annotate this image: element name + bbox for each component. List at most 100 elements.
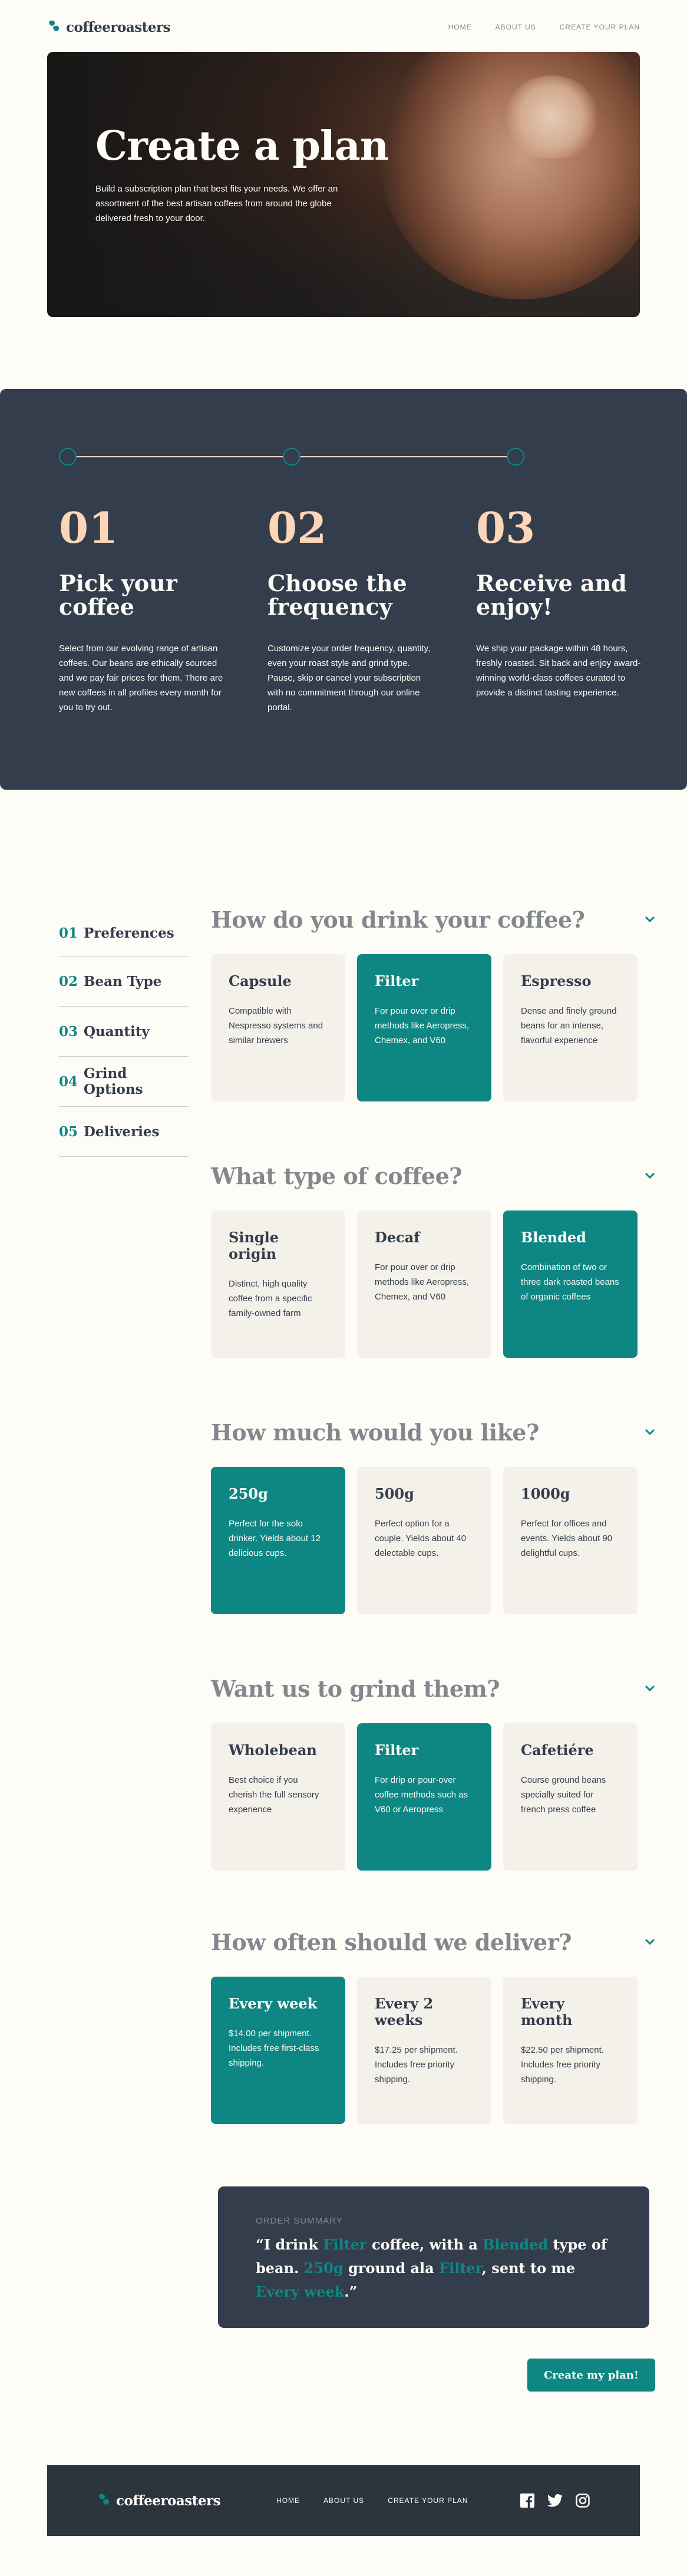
question-title: What type of coffee? (211, 1162, 463, 1189)
order-summary-text: “I drink Filter coffee, with a Blended t… (256, 2236, 607, 2300)
option-card-capsule[interactable]: Capsule Compatible with Nespresso systems… (211, 954, 345, 1101)
footer-nav-create-plan[interactable]: CREATE YOUR PLAN (388, 2496, 468, 2505)
question-preferences: How do you drink your coffee? Capsule Com… (211, 905, 659, 1101)
brand-name: coffeeroasters (116, 2492, 221, 2509)
facebook-icon[interactable] (520, 2493, 534, 2508)
main-nav: HOME ABOUT US CREATE YOUR PLAN (448, 23, 640, 31)
option-card-cafetiere[interactable]: Cafetiére Course ground beans specially s… (503, 1723, 638, 1871)
nav-home[interactable]: HOME (448, 23, 472, 31)
summary-drink: Filter (323, 2236, 367, 2253)
sidebar-item-bean-type[interactable]: 02 Bean Type (59, 956, 189, 1007)
logo[interactable]: coffeeroasters (47, 19, 171, 35)
step-number: 01 (59, 503, 118, 553)
timeline-dot (507, 448, 524, 466)
step-title: Receive and enjoy! (476, 570, 627, 620)
nav-about[interactable]: ABOUT US (496, 23, 536, 31)
option-cards: 250g Perfect for the solo drinker. Yields… (211, 1467, 659, 1614)
option-card-1000g[interactable]: 1000g Perfect for offices and events. Yie… (503, 1467, 638, 1614)
timeline-dot (59, 448, 77, 466)
hero-description: Build a subscription plan that best fits… (95, 184, 338, 223)
option-card-decaf[interactable]: Decaf For pour over or drip methods like … (357, 1211, 491, 1358)
site-header: coffeeroasters HOME ABOUT US CREATE YOUR… (47, 17, 640, 38)
option-card-filter-grind[interactable]: Filter For drip or pour-over coffee metho… (357, 1723, 491, 1871)
summary-quantity: 250g (303, 2260, 344, 2277)
option-cards: Every week $14.00 per shipment. Includes … (211, 1977, 659, 2124)
sidebar-item-grind-options[interactable]: 04 Grind Options (59, 1057, 189, 1107)
sidebar-item-label: Preferences (84, 925, 174, 941)
footer-nav-home[interactable]: HOME (276, 2496, 300, 2505)
how-it-works: 01 Pick your coffee Select from our evol… (0, 389, 687, 790)
chevron-down-icon[interactable] (641, 1423, 659, 1441)
question-title: How often should we deliver? (211, 1928, 572, 1955)
summary-grind: Filter (439, 2260, 482, 2277)
step-3: 03 Receive and enjoy! We ship your packa… (476, 507, 641, 700)
sidebar-item-label: Bean Type (84, 973, 162, 989)
sidebar-item-preferences[interactable]: 01 Preferences (59, 911, 189, 956)
summary-type: Blended (483, 2236, 549, 2253)
question-header[interactable]: How often should we deliver? (211, 1927, 659, 1957)
option-card-wholebean[interactable]: Wholebean Best choice if you cherish the … (211, 1723, 345, 1871)
step-number: 03 (476, 503, 536, 553)
plan-sidebar: 01 Preferences 02 Bean Type 03 Quantity 04 G… (59, 911, 189, 1157)
sidebar-item-quantity[interactable]: 03 Quantity (59, 1007, 189, 1057)
create-plan-button[interactable]: Create my plan! (527, 2359, 655, 2392)
option-card-single-origin[interactable]: Single origin Distinct, high quality coff… (211, 1211, 345, 1358)
social-links (520, 2493, 590, 2508)
hero-title: Create a plan (95, 123, 389, 170)
brand-name: coffeeroasters (66, 19, 171, 35)
option-card-espresso[interactable]: Espresso Dense and finely ground beans fo… (503, 954, 638, 1101)
question-bean-type: What type of coffee? Single origin Distin… (211, 1161, 659, 1358)
option-card-filter[interactable]: Filter For pour over or drip methods like… (357, 954, 491, 1101)
order-summary: ORDER SUMMARY “I drink Filter coffee, wi… (218, 2186, 649, 2328)
twitter-icon[interactable] (547, 2494, 563, 2507)
option-card-500g[interactable]: 500g Perfect option for a couple. Yields … (357, 1467, 491, 1614)
summary-frequency: Every week (256, 2283, 345, 2300)
chevron-down-icon[interactable] (641, 1933, 659, 1951)
option-cards: Single origin Distinct, high quality coff… (211, 1211, 659, 1358)
question-header[interactable]: Want us to grind them? (211, 1674, 659, 1703)
question-title: Want us to grind them? (211, 1675, 500, 1702)
option-cards: Wholebean Best choice if you cherish the … (211, 1723, 659, 1871)
question-header[interactable]: What type of coffee? (211, 1161, 659, 1190)
sidebar-item-deliveries[interactable]: 05 Deliveries (59, 1107, 189, 1157)
option-card-every-week[interactable]: Every week $14.00 per shipment. Includes … (211, 1977, 345, 2124)
sidebar-item-label: Grind Options (84, 1066, 143, 1097)
question-title: How do you drink your coffee? (211, 906, 585, 933)
step-number: 02 (267, 503, 327, 553)
coffee-bean-logo-icon (97, 2493, 113, 2509)
instagram-icon[interactable] (576, 2493, 590, 2508)
sidebar-item-label: Quantity (84, 1023, 150, 1040)
question-header[interactable]: How much would you like? (211, 1417, 659, 1447)
step-timeline (59, 448, 524, 466)
sidebar-item-label: Deliveries (84, 1123, 160, 1140)
step-text: We ship your package within 48 hours, fr… (476, 644, 641, 698)
option-card-blended[interactable]: Blended Combination of two or three dark … (503, 1211, 638, 1358)
question-title: How much would you like? (211, 1419, 539, 1446)
footer-nav-about[interactable]: ABOUT US (323, 2496, 364, 2505)
footer-nav: HOME ABOUT US CREATE YOUR PLAN (276, 2496, 468, 2505)
chevron-down-icon[interactable] (641, 1680, 659, 1697)
option-card-every-month[interactable]: Every month $22.50 per shipment. Includes… (503, 1977, 638, 2124)
step-title: Choose the frequency (267, 570, 407, 620)
step-2: 02 Choose the frequency Customize your o… (267, 507, 432, 715)
hero-banner: Create a plan Build a subscription plan … (47, 52, 640, 317)
option-card-every-2-weeks[interactable]: Every 2 weeks $17.25 per shipment. Includ… (357, 1977, 491, 2124)
timeline-dot (283, 448, 300, 466)
nav-create-plan[interactable]: CREATE YOUR PLAN (560, 23, 640, 31)
footer-logo[interactable]: coffeeroasters (97, 2492, 221, 2509)
chevron-down-icon[interactable] (641, 1167, 659, 1185)
step-text: Select from our evolving range of artisa… (59, 644, 223, 713)
question-quantity: How much would you like? 250g Perfect for… (211, 1417, 659, 1614)
option-card-250g[interactable]: 250g Perfect for the solo drinker. Yields… (211, 1467, 345, 1614)
option-cards: Capsule Compatible with Nespresso systems… (211, 954, 659, 1101)
step-text: Customize your order frequency, quantity… (267, 644, 431, 713)
step-title: Pick your coffee (59, 570, 177, 620)
question-deliveries: How often should we deliver? Every week $… (211, 1927, 659, 2124)
chevron-down-icon[interactable] (641, 911, 659, 928)
step-1: 01 Pick your coffee Select from our evol… (59, 507, 224, 715)
coffee-bean-logo-icon (47, 19, 62, 35)
question-header[interactable]: How do you drink your coffee? (211, 905, 659, 934)
question-grind: Want us to grind them? Wholebean Best cho… (211, 1674, 659, 1871)
site-footer: coffeeroasters HOME ABOUT US CREATE YOUR… (47, 2465, 640, 2536)
order-summary-label: ORDER SUMMARY (256, 2216, 343, 2226)
